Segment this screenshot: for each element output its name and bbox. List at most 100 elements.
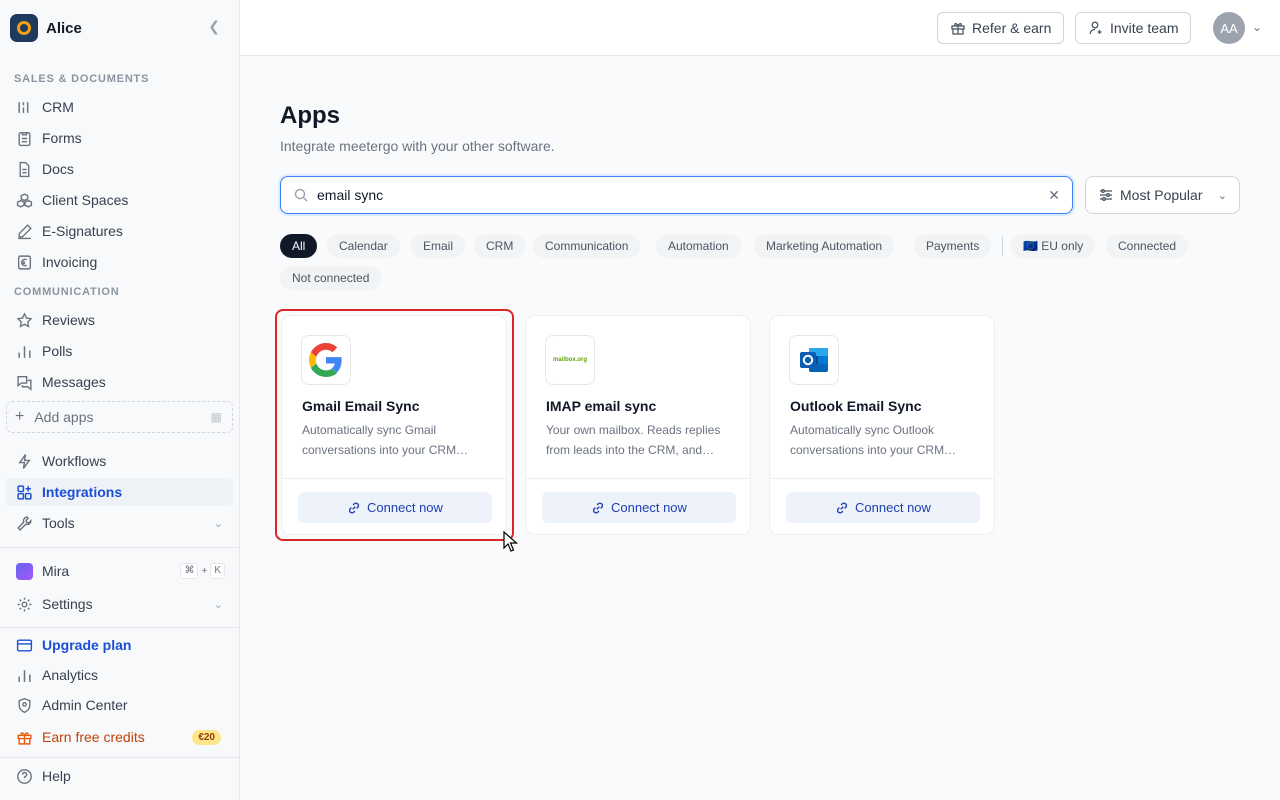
section-communication: COMMUNICATION (14, 286, 120, 298)
sidebar-divider (0, 757, 239, 758)
sidebar-item-label: Messages (42, 374, 106, 390)
search-icon (293, 187, 309, 203)
app-description: Automatically sync Gmail conversations i… (302, 423, 469, 457)
connect-now-label: Connect now (367, 500, 443, 515)
app-description: Automatically sync Outlook conversations… (790, 423, 957, 457)
sort-dropdown[interactable]: Most Popular ⌄ (1085, 176, 1240, 214)
document-icon (14, 159, 34, 179)
filter-chip-email[interactable]: Email (411, 234, 466, 258)
invite-team-button[interactable]: Invite team (1075, 12, 1192, 44)
sidebar-item-invoicing[interactable]: Invoicing (6, 248, 233, 276)
sidebar-item-admin-center[interactable]: Admin Center (6, 691, 233, 719)
refer-earn-button[interactable]: Refer & earn (937, 12, 1065, 44)
search-input[interactable] (317, 187, 1017, 203)
pen-icon (14, 221, 34, 241)
credit-badge: €20 (192, 729, 221, 745)
grid-icon: ▦ (210, 410, 222, 424)
sidebar-item-label: Mira (42, 563, 70, 579)
mailbox-org-logo-icon: mailbox.org (545, 335, 595, 385)
mouse-pointer-icon (503, 530, 519, 558)
connect-now-label: Connect now (611, 500, 687, 515)
filter-chip-marketing-automation[interactable]: Marketing Automation (754, 234, 895, 258)
shield-icon (14, 695, 34, 715)
link-icon (835, 501, 849, 515)
sidebar-item-e-signatures[interactable]: E-Signatures (6, 217, 233, 245)
google-logo-icon (301, 335, 351, 385)
filter-chip-all[interactable]: All (280, 234, 318, 258)
sidebar-item-workflows[interactable]: Workflows (6, 447, 233, 475)
integrations-grid-icon (14, 482, 34, 502)
sidebar-item-label: Tools (42, 515, 75, 531)
sidebar-item-tools[interactable]: Tools ⌄ (6, 509, 233, 537)
connect-now-button[interactable]: Connect now (542, 492, 736, 523)
filter-chip-automation[interactable]: Automation (656, 234, 741, 258)
app-card-imap[interactable]: mailbox.org IMAP email sync Your own mai… (525, 315, 751, 535)
filter-divider (1002, 236, 1003, 256)
filter-chip-connected[interactable]: Connected (1106, 234, 1189, 258)
cubes-icon (14, 190, 34, 210)
top-bar: Refer & earn Invite team AA ⌄ (240, 0, 1280, 56)
chevron-down-icon: ⌄ (1217, 189, 1227, 202)
sidebar-item-messages[interactable]: Messages (6, 368, 233, 396)
add-apps-button[interactable]: + Add apps ▦ (6, 401, 233, 433)
sidebar-item-crm[interactable]: CRM (6, 93, 233, 121)
avatar[interactable]: AA (1213, 12, 1245, 44)
filter-chip-communication[interactable]: Communication (533, 234, 641, 258)
analytics-icon (14, 665, 34, 685)
sidebar-item-upgrade-plan[interactable]: Upgrade plan (6, 631, 233, 659)
euro-invoice-icon (14, 252, 34, 272)
sidebar-item-label: Integrations (42, 484, 123, 500)
clear-search-icon[interactable]: ✕ (1048, 187, 1060, 204)
sidebar-item-label: E-Signatures (42, 223, 123, 239)
sidebar-item-mira[interactable]: Mira ⌘ + K (6, 557, 233, 585)
collapse-sidebar-icon[interactable]: ❮ (208, 18, 220, 35)
app-card-outlook[interactable]: Outlook Email Sync Automatically sync Ou… (769, 315, 995, 535)
sidebar-item-analytics[interactable]: Analytics (6, 661, 233, 689)
plus-icon: + (15, 408, 25, 425)
filter-chip-crm[interactable]: CRM (474, 234, 526, 258)
sidebar-item-label: Polls (42, 343, 73, 359)
app-card-gmail[interactable]: Gmail Email Sync Automatically sync Gmai… (281, 315, 507, 535)
sidebar-item-settings[interactable]: Settings ⌄ (6, 590, 233, 618)
chevron-down-icon[interactable]: ⌄ (1252, 20, 1262, 34)
keyboard-shortcut: ⌘ + K (180, 563, 225, 579)
sidebar-item-label: Settings (42, 596, 93, 612)
mailbox-org-logo-text: mailbox.org (552, 357, 587, 363)
sidebar-item-integrations[interactable]: Integrations (6, 478, 233, 506)
filter-chip-calendar[interactable]: Calendar (327, 234, 400, 258)
sidebar-item-forms[interactable]: Forms (6, 124, 233, 152)
card-divider (526, 478, 750, 479)
filter-chip-payments[interactable]: Payments (914, 234, 992, 258)
shortcut-key: ⌘ (180, 563, 199, 579)
filter-chip-not-connected[interactable]: Not connected (280, 266, 382, 290)
sidebar-item-help[interactable]: Help (6, 762, 233, 790)
sidebar-item-label: Workflows (42, 453, 107, 469)
outlook-logo-icon (789, 335, 839, 385)
connect-now-button[interactable]: Connect now (786, 492, 980, 523)
sidebar-item-client-spaces[interactable]: Client Spaces (6, 186, 233, 214)
clipboard-icon (14, 128, 34, 148)
link-icon (591, 501, 605, 515)
sidebar-item-reviews[interactable]: Reviews (6, 306, 233, 334)
sidebar-item-label: CRM (42, 99, 74, 115)
sort-label: Most Popular (1120, 187, 1203, 203)
sidebar-item-label: Client Spaces (42, 192, 129, 208)
page-subtitle: Integrate meetergo with your other softw… (280, 138, 555, 154)
sidebar-item-label: Help (42, 768, 71, 784)
workspace-logo (10, 14, 38, 42)
filter-chip-eu-only[interactable]: 🇪🇺 EU only (1011, 234, 1096, 258)
sidebar-item-earn-free-credits[interactable]: Earn free credits €20 (6, 723, 233, 751)
shortcut-plus: + (201, 565, 208, 577)
sidebar-item-label: Earn free credits (42, 729, 145, 745)
sidebar-item-polls[interactable]: Polls (6, 337, 233, 365)
mira-icon (14, 561, 34, 581)
app-name: Outlook Email Sync (790, 398, 922, 414)
sidebar-item-label: Upgrade plan (42, 637, 132, 653)
workspace-switcher[interactable]: Alice ❮ (10, 14, 230, 42)
connect-now-button[interactable]: Connect now (298, 492, 492, 523)
credit-card-icon (14, 635, 34, 655)
workspace-name: Alice (46, 19, 82, 37)
crm-icon (14, 97, 34, 117)
search-box[interactable]: ✕ (280, 176, 1073, 214)
sidebar-item-docs[interactable]: Docs (6, 155, 233, 183)
